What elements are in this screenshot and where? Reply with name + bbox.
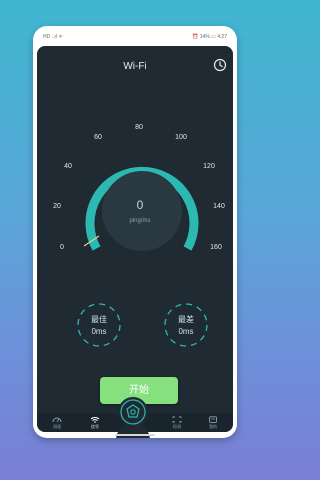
ping-value: 0 (137, 198, 144, 212)
wifi-icon (90, 417, 100, 423)
home-indicator (115, 434, 155, 436)
worst-metric: 最差 0ms (163, 302, 209, 348)
best-value: 0ms (91, 327, 107, 336)
user-icon (209, 416, 217, 423)
tab-speed[interactable]: 测速 (45, 416, 69, 432)
tick-label: 160 (210, 244, 222, 251)
tick-label: 0 (60, 244, 64, 251)
status-right: ⏰ 14% ▭ 4:27 (192, 34, 227, 40)
worst-label: 最差 (178, 315, 194, 324)
center-target-icon[interactable] (116, 395, 150, 429)
tab-speed-label: 测速 (53, 424, 61, 429)
worst-metric-ring (164, 303, 208, 347)
status-left: HD ..ıl ᯤ (43, 34, 63, 40)
worst-value: 0ms (178, 327, 194, 336)
tab-signal-label: 信号 (91, 424, 99, 429)
scan-icon (172, 416, 182, 423)
tick-label: 100 (175, 134, 187, 141)
best-metric-ring (77, 303, 121, 347)
tab-mine[interactable]: 我的 (201, 416, 225, 432)
tick-label: 60 (94, 134, 102, 141)
app-screen: Wi-Fi 0 20 40 60 80 100 120 140 160 0 pi… (37, 46, 233, 432)
speed-gauge: 0 20 40 60 80 100 120 140 160 0 ping/ms (37, 124, 233, 432)
tick-label: 20 (53, 203, 61, 210)
best-label: 最佳 (91, 315, 107, 324)
tick-label: 120 (203, 163, 215, 170)
tick-label: 40 (64, 163, 72, 170)
ping-unit: ping/ms (129, 218, 150, 224)
speed-icon (52, 417, 62, 423)
tab-check-label: 检测 (173, 424, 181, 429)
status-bar: HD ..ıl ᯤ ⏰ 14% ▭ 4:27 (33, 26, 237, 46)
tick-label: 80 (135, 124, 143, 131)
tab-signal[interactable]: 信号 (83, 416, 107, 432)
tab-mine-label: 我的 (209, 424, 217, 429)
tab-check[interactable]: 检测 (165, 416, 189, 432)
tick-label: 140 (213, 203, 225, 210)
best-metric: 最佳 0ms (76, 302, 122, 348)
phone-frame: HD ..ıl ᯤ ⏰ 14% ▭ 4:27 Wi-Fi 0 20 40 60 … (33, 26, 237, 438)
